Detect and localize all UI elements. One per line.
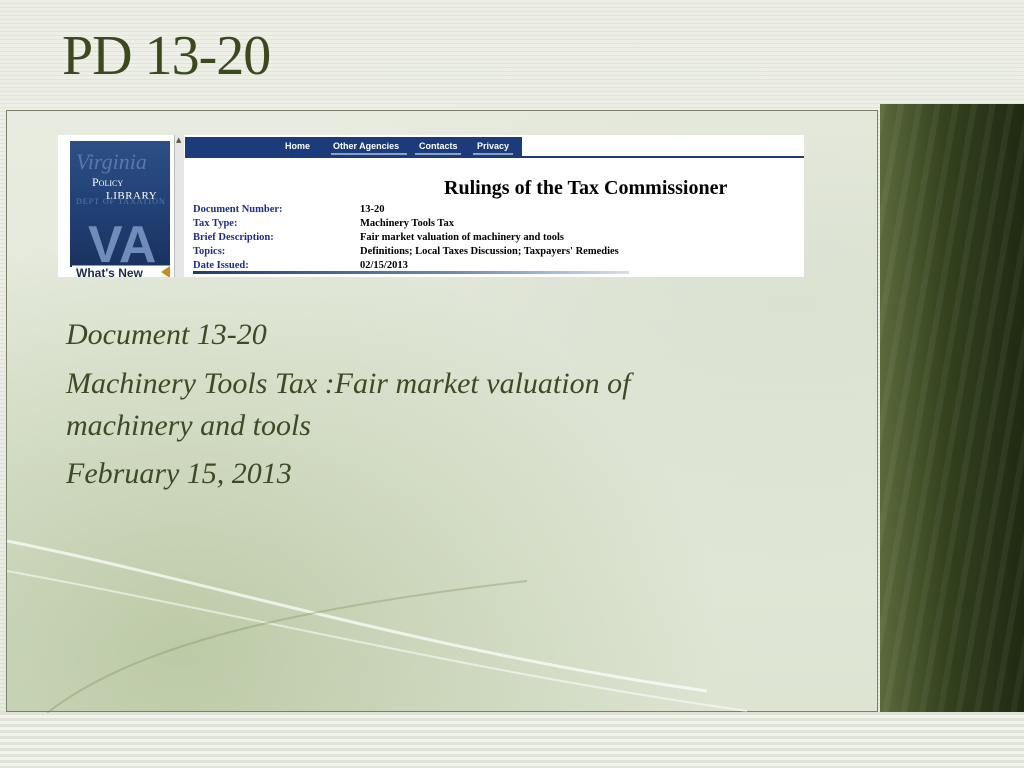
- field-label-tax-type: Tax Type:: [193, 218, 238, 229]
- logo-virginia-text: Virginia: [76, 149, 147, 174]
- whats-new-label: What's New: [76, 266, 143, 277]
- vertical-scrollbar[interactable]: ▲: [174, 135, 184, 277]
- logo-va-mark: VA: [88, 216, 157, 267]
- decorative-bottom-stripes: [0, 712, 1024, 768]
- left-triangle-icon: [161, 266, 170, 277]
- policy-library-logo[interactable]: Virginia Policy LIBRARY DEPT OF TAXATION…: [70, 141, 170, 267]
- field-label-brief-description: Brief Description:: [193, 232, 274, 243]
- nav-other-agencies[interactable]: Other Agencies: [333, 141, 399, 151]
- logo-policy-text: Policy: [92, 175, 124, 189]
- fields-bottom-rule: [193, 271, 629, 274]
- field-value-date-issued: 02/15/2013: [360, 260, 408, 271]
- header-rule: [185, 156, 804, 158]
- field-label-topics: Topics:: [193, 246, 226, 257]
- logo-dept-text: DEPT OF TAXATION: [76, 197, 166, 206]
- field-value-topics: Definitions; Local Taxes Discussion; Tax…: [360, 246, 619, 257]
- decorative-right-band: [880, 104, 1024, 716]
- field-label-date-issued: Date Issued:: [193, 260, 249, 271]
- nav-contacts[interactable]: Contacts: [419, 141, 458, 151]
- body-tax-type-line-continued: machinery and tools: [66, 409, 311, 442]
- body-date-line: February 15, 2013: [66, 457, 292, 490]
- slide-title: PD 13-20: [62, 25, 271, 87]
- nav-home[interactable]: Home: [285, 141, 310, 151]
- nav-underline: [473, 153, 513, 155]
- whats-new-link[interactable]: What's New: [72, 265, 170, 277]
- nav-underline: [415, 153, 461, 155]
- logo-column: Virginia Policy LIBRARY DEPT OF TAXATION…: [58, 135, 185, 277]
- field-value-brief-description: Fair market valuation of machinery and t…: [360, 232, 564, 243]
- field-value-tax-type: Machinery Tools Tax: [360, 218, 454, 229]
- website-screenshot: Virginia Policy LIBRARY DEPT OF TAXATION…: [58, 135, 804, 277]
- body-document-line: Document 13-20: [66, 318, 267, 351]
- scroll-up-arrow-icon[interactable]: ▲: [176, 137, 181, 144]
- body-tax-type-line: Machinery Tools Tax :Fair market valuati…: [66, 367, 631, 400]
- nav-underline: [331, 153, 407, 155]
- rulings-page-title: Rulings of the Tax Commissioner: [444, 177, 728, 199]
- field-value-document-number: 13-20: [360, 204, 385, 215]
- top-nav-bar: Home Other Agencies Contacts Privacy: [185, 137, 522, 156]
- field-label-document-number: Document Number:: [193, 204, 283, 215]
- nav-privacy[interactable]: Privacy: [477, 141, 509, 151]
